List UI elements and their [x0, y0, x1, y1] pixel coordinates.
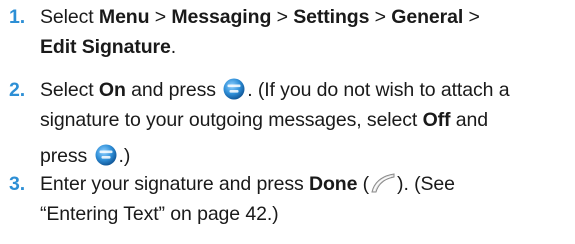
path-separator: >	[271, 6, 294, 28]
step-number: 3.	[9, 173, 26, 195]
menu-path-item: Menu	[98, 6, 150, 28]
softkey-label: Done	[308, 173, 358, 195]
step-text: .)	[118, 145, 131, 167]
path-separator: >	[149, 6, 172, 28]
step-number: 1.	[9, 6, 26, 28]
menu-path-item: Edit Signature	[40, 36, 171, 58]
step-1: 1. Select Menu > Messaging > Settings > …	[0, 2, 575, 62]
menu-path-item: General	[391, 6, 464, 28]
step-text: .	[170, 36, 177, 58]
path-separator: >	[369, 6, 392, 28]
menu-ok-key-icon	[95, 144, 117, 166]
step-text: Enter your signature and press	[40, 173, 309, 195]
step-text: Select	[40, 79, 99, 101]
menu-path-item: Settings	[293, 6, 370, 28]
step-2: 2. Select On and press . (If you do not …	[0, 75, 575, 171]
step-text: and press	[125, 79, 222, 101]
step-text: Select	[40, 6, 99, 28]
step-text: and	[450, 109, 488, 131]
cross-reference: “Entering Text” on page 42.)	[40, 203, 279, 225]
step-text: ). (See	[397, 173, 455, 195]
path-separator: >	[463, 6, 480, 28]
step-number: 2.	[9, 79, 26, 101]
option-label: Off	[422, 109, 451, 131]
menu-ok-key-icon	[223, 78, 245, 100]
left-softkey-icon	[370, 173, 396, 193]
option-label: On	[98, 79, 126, 101]
step-text: press	[40, 145, 93, 167]
menu-path-item: Messaging	[171, 6, 272, 28]
step-text: (	[357, 173, 370, 195]
step-3: 3. Enter your signature and press Done (…	[0, 169, 575, 229]
